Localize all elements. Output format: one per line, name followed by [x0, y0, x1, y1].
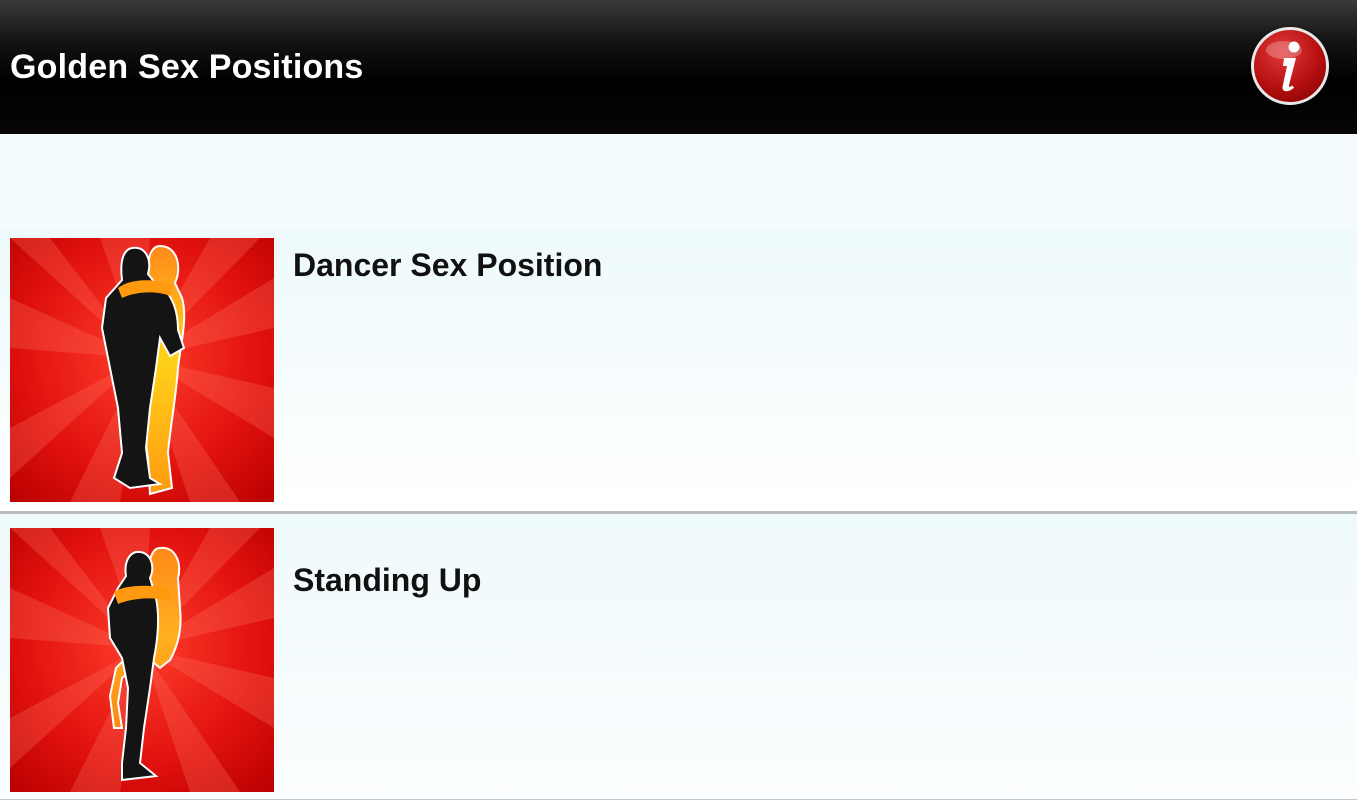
- app-title: Golden Sex Positions: [10, 48, 364, 86]
- action-bar: Golden Sex Positions: [0, 0, 1357, 134]
- top-spacer: [0, 134, 1357, 229]
- standing-silhouette-thumbnail: [10, 528, 274, 792]
- list-item[interactable]: Standing Up: [0, 514, 1357, 800]
- info-icon: [1266, 41, 1302, 92]
- list-item[interactable]: Dancer Sex Position: [0, 229, 1357, 514]
- info-button[interactable]: [1251, 27, 1329, 105]
- list-item-label: Dancer Sex Position: [293, 247, 603, 283]
- dancer-silhouette-thumbnail: [10, 238, 274, 502]
- list-item-label: Standing Up: [293, 562, 482, 598]
- positions-list: Dancer Sex Position Standing Up: [0, 229, 1357, 800]
- app-screen: Golden Sex Positions Dancer Sex Position…: [0, 0, 1357, 800]
